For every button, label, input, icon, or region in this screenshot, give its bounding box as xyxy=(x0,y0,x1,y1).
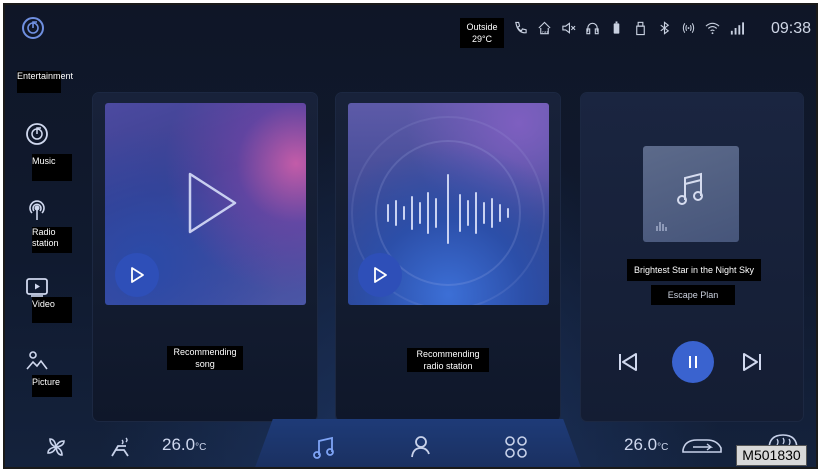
music-note-icon xyxy=(677,172,703,205)
play-song-button[interactable] xyxy=(115,253,159,297)
album-art xyxy=(643,146,739,242)
clock: 09:38 xyxy=(771,20,812,37)
radio-icon xyxy=(29,200,45,220)
track-title: Brightest Star in the Night Sky xyxy=(627,259,761,281)
pause-button[interactable] xyxy=(672,341,714,383)
left-temperature[interactable]: 26.0°C xyxy=(162,435,206,455)
previous-track-button[interactable] xyxy=(613,347,643,377)
video-icon xyxy=(26,278,48,297)
right-temp-unit: °C xyxy=(657,442,669,453)
music-note-icon[interactable] xyxy=(311,434,337,460)
radio-cover-art xyxy=(348,103,549,305)
outside-temperature: Outside 29°C xyxy=(460,18,504,48)
battery-icon xyxy=(613,21,620,34)
left-temp-unit: °C xyxy=(195,442,207,453)
sidebar-item-music-label: Music xyxy=(32,154,72,181)
headset-icon xyxy=(586,22,599,35)
seat-heat-icon[interactable] xyxy=(108,434,134,460)
music-disc-icon xyxy=(26,123,48,145)
skip-previous-icon xyxy=(619,353,637,371)
recommending-radio-label: Recommending radio station xyxy=(336,348,560,372)
recommending-radio-card[interactable]: Recommending radio station xyxy=(336,93,560,421)
cellular-icon xyxy=(730,22,744,35)
sidebar-item-picture-label: Picture xyxy=(32,375,72,397)
skip-next-icon xyxy=(743,353,761,371)
track-artist: Escape Plan xyxy=(651,285,735,305)
song-cover-art xyxy=(105,103,306,305)
song-label-text: Recommending song xyxy=(167,346,243,370)
outside-temp-value: 29°C xyxy=(471,34,493,44)
play-icon xyxy=(131,267,144,283)
radio-label-text: Recommending radio station xyxy=(407,348,489,372)
usb-icon xyxy=(636,21,645,36)
equalizer-icon xyxy=(656,222,667,231)
play-icon xyxy=(374,267,387,283)
infotainment-screen: Outside 29°C OFF 09:38 Entertainment Mus… xyxy=(3,3,818,469)
phone-icon xyxy=(515,21,527,34)
large-play-icon xyxy=(188,172,237,234)
bluetooth-icon xyxy=(660,21,670,35)
apps-grid-icon[interactable] xyxy=(503,434,529,460)
car-lock-icon: OFF xyxy=(538,21,551,35)
pause-icon xyxy=(689,356,697,368)
picture-icon xyxy=(26,351,48,370)
now-playing-card: Brightest Star in the Night Sky Escape P… xyxy=(581,93,803,421)
person-icon[interactable] xyxy=(409,434,435,460)
left-temp-value: 26.0 xyxy=(162,435,196,454)
status-icons: OFF xyxy=(513,18,744,38)
wireless-icon xyxy=(682,23,695,33)
status-bar: Outside 29°C OFF 09:38 xyxy=(5,5,816,49)
air-recirculation-icon[interactable] xyxy=(681,436,723,458)
next-track-button[interactable] xyxy=(737,347,767,377)
wifi-icon xyxy=(705,22,720,35)
right-temp-value: 26.0 xyxy=(624,435,658,454)
recommending-song-card[interactable]: Recommending song xyxy=(93,93,317,421)
figure-code: M501830 xyxy=(736,445,807,466)
sidebar-header-entertainment: Entertainment xyxy=(17,71,73,93)
sidebar-item-radio-label: Radio station xyxy=(32,227,72,253)
entertainment-app-icon[interactable] xyxy=(22,17,44,39)
play-radio-button[interactable] xyxy=(358,253,402,297)
svg-text:OFF: OFF xyxy=(542,31,549,35)
outside-label: Outside xyxy=(466,22,498,32)
right-temperature[interactable]: 26.0°C xyxy=(624,435,668,455)
recommending-song-label: Recommending song xyxy=(93,346,317,370)
sidebar-item-video-label: Video xyxy=(32,297,72,323)
mute-icon xyxy=(562,22,576,34)
fan-icon[interactable] xyxy=(43,434,69,460)
